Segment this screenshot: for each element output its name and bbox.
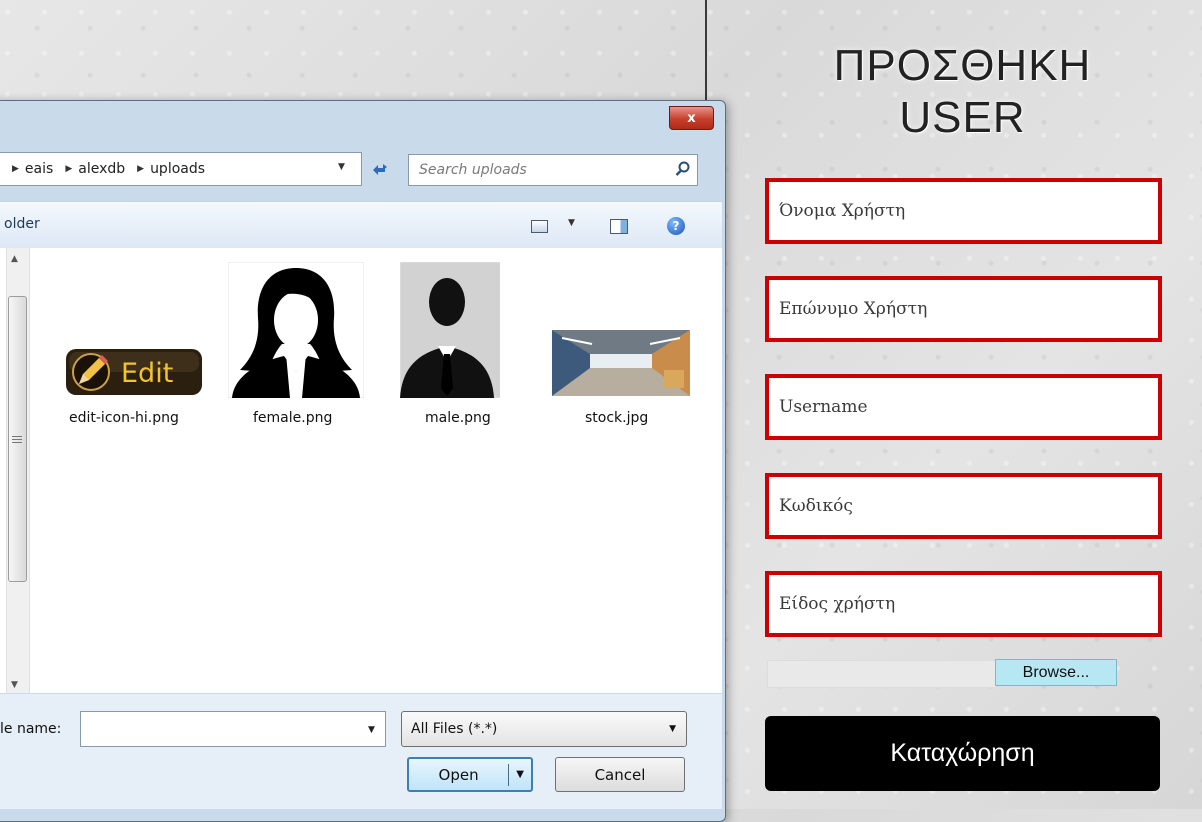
breadcrumb-item[interactable]: ▶ alexdb (53, 161, 125, 177)
page-title: ΠΡΟΣΘΗΚΗ USER (765, 40, 1160, 144)
last-name-field[interactable] (765, 276, 1162, 342)
file-name: stock.jpg (585, 410, 649, 426)
file-name-label: le name: (0, 721, 62, 737)
user-type-field[interactable] (765, 571, 1162, 637)
submit-button[interactable]: Καταχώρηση (765, 716, 1160, 791)
breadcrumb-arrow-icon: ▶ (65, 164, 73, 174)
views-dropdown-icon[interactable]: ▼ (568, 218, 575, 228)
chevron-down-icon: ▼ (669, 724, 676, 734)
username-input[interactable] (769, 378, 1158, 436)
refresh-icon[interactable] (363, 154, 397, 184)
file-name-dropdown-icon[interactable]: ▼ (368, 725, 375, 735)
address-dropdown-icon[interactable]: ▼ (338, 162, 345, 172)
cancel-button[interactable]: Cancel (555, 757, 685, 792)
file-name: female.png (253, 410, 333, 426)
scroll-down-icon[interactable]: ▼ (11, 680, 18, 690)
title-line-1: ΠΡΟΣΘΗΚΗ (833, 41, 1092, 90)
username-field[interactable] (765, 374, 1162, 440)
search-box[interactable] (408, 154, 698, 186)
search-input[interactable] (409, 155, 669, 185)
file-type-select[interactable]: All Files (*.*) ▼ (401, 711, 687, 747)
breadcrumb-label: eais (24, 161, 54, 177)
first-name-field[interactable] (765, 178, 1162, 244)
breadcrumb-item[interactable]: ▶ eais (0, 161, 53, 177)
female-avatar-thumbnail (228, 262, 364, 398)
close-dialog-button[interactable]: x (669, 106, 714, 130)
file-name: edit-icon-hi.png (69, 410, 179, 426)
close-icon: x (687, 110, 696, 126)
breadcrumb-item[interactable]: ▶ uploads (125, 161, 205, 177)
file-type-value: All Files (*.*) (411, 721, 498, 737)
edit-thumb-text: Edit (121, 358, 173, 389)
password-field[interactable] (765, 473, 1162, 539)
scroll-up-icon[interactable]: ▲ (11, 254, 18, 264)
breadcrumb-arrow-icon: ▶ (12, 164, 19, 174)
search-icon[interactable] (675, 161, 691, 177)
open-dropdown-icon[interactable]: ▼ (509, 769, 531, 780)
file-name-field[interactable] (80, 711, 386, 748)
title-line-2: USER (899, 93, 1026, 142)
file-input-track[interactable] (767, 660, 997, 688)
file-name: male.png (425, 410, 491, 426)
breadcrumb-label: alexdb (78, 161, 126, 177)
new-folder-button[interactable]: older (4, 216, 40, 232)
preview-pane-icon[interactable] (610, 219, 628, 234)
scroll-grip-icon (12, 436, 22, 445)
breadcrumb-arrow-icon: ▶ (137, 164, 145, 174)
breadcrumb-label: uploads (150, 161, 206, 177)
views-icon[interactable] (531, 220, 548, 233)
browse-button[interactable]: Browse... (995, 659, 1117, 686)
first-name-input[interactable] (769, 182, 1158, 240)
last-name-input[interactable] (769, 280, 1158, 338)
warehouse-image-thumbnail (552, 330, 690, 396)
password-input[interactable] (769, 477, 1158, 535)
male-avatar-thumbnail (400, 262, 516, 398)
help-icon[interactable]: ? (667, 217, 685, 235)
user-type-input[interactable] (769, 575, 1158, 633)
open-button-label: Open (438, 765, 479, 784)
open-button[interactable]: Open ▼ (407, 757, 533, 792)
address-bar[interactable]: ▶ eais ▶ alexdb ▶ uploads (0, 152, 362, 186)
edit-image-thumbnail: Edit (66, 349, 202, 395)
file-name-input[interactable] (81, 712, 365, 748)
